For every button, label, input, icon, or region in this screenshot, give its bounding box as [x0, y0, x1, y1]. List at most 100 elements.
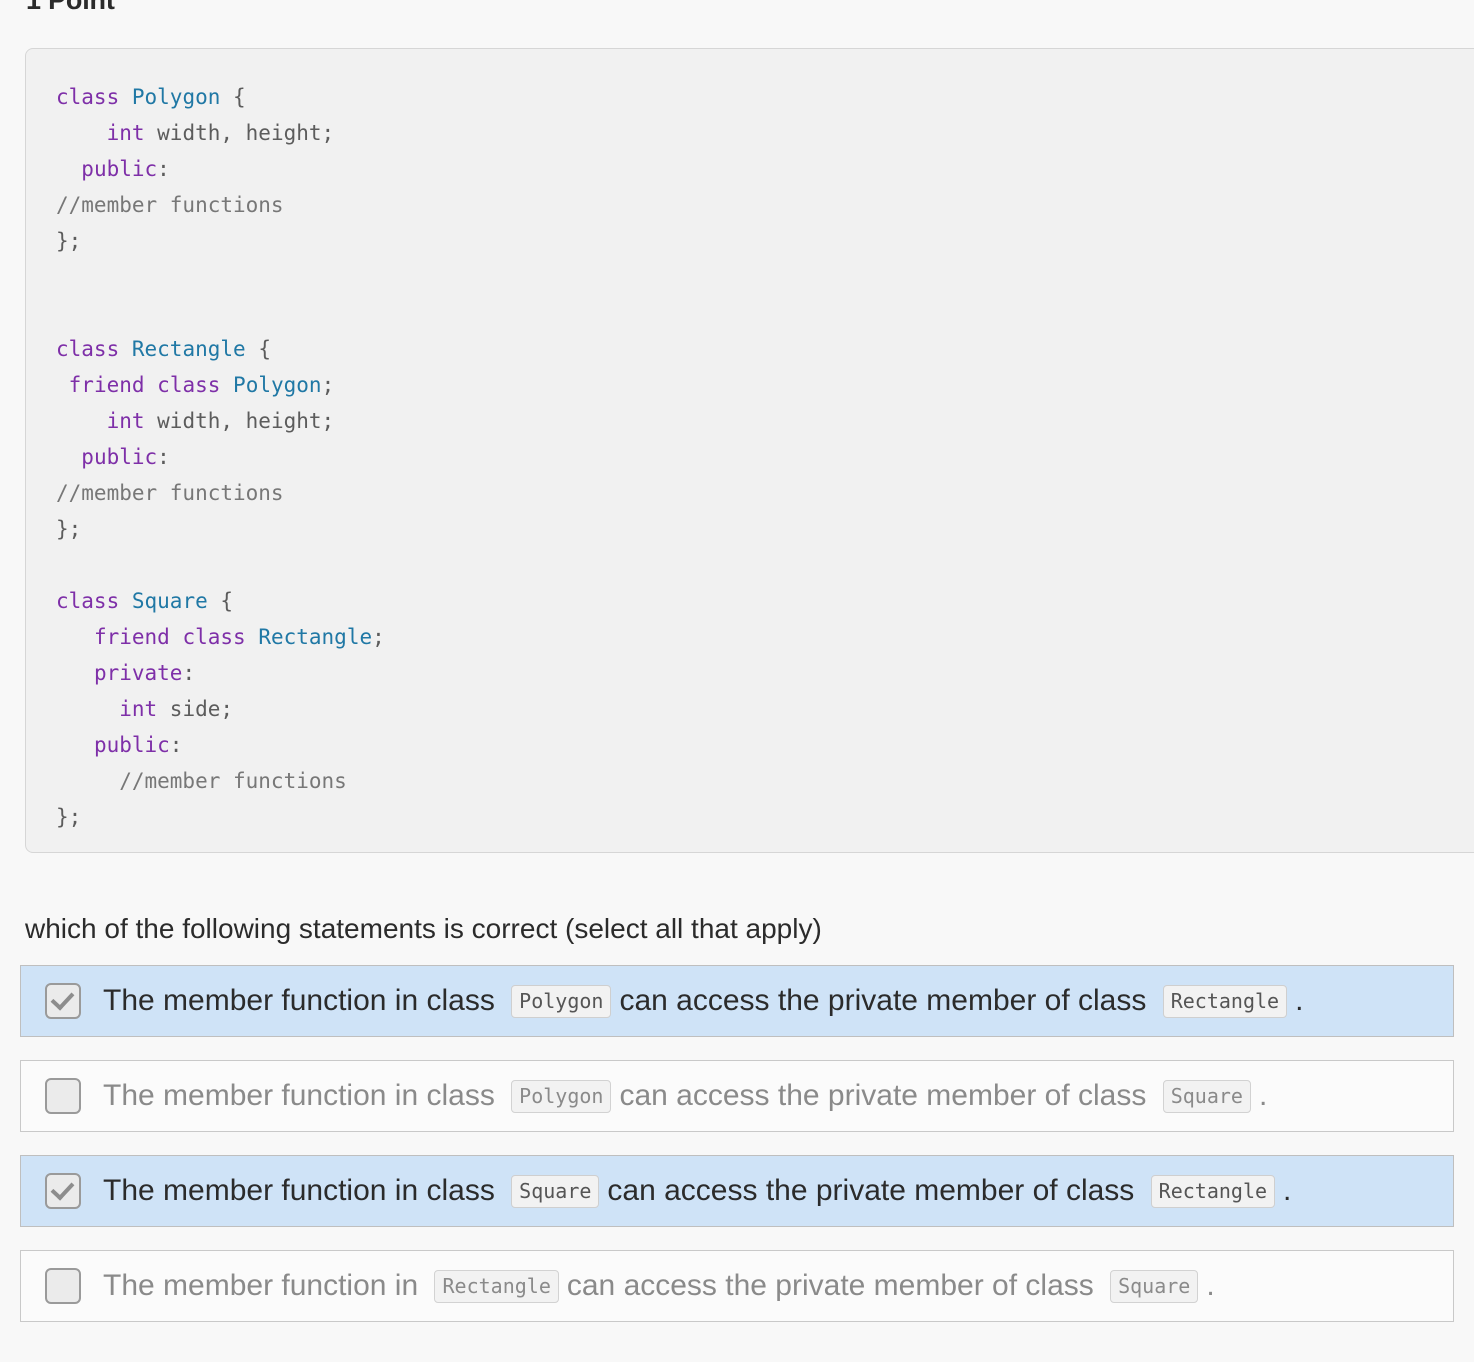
code-token: Rectangle	[258, 625, 372, 649]
code-token: side;	[157, 697, 233, 721]
code-token	[56, 661, 94, 685]
inline-class-name: Rectangle	[1163, 985, 1287, 1018]
answer-option-text-run: The member function in	[103, 1269, 426, 1303]
inline-class-name: Rectangle	[434, 1270, 558, 1303]
code-line: private:	[56, 661, 195, 685]
code-token: //member functions	[56, 481, 284, 505]
answer-option-text-run: can access the private member of class	[567, 1269, 1102, 1303]
code-line: public:	[56, 445, 170, 469]
code-token	[246, 625, 259, 649]
checkbox-unchecked-icon[interactable]	[45, 1078, 81, 1114]
inline-class-name: Rectangle	[1151, 1175, 1275, 1208]
answer-option-label: The member function in Rectangle can acce…	[103, 1269, 1215, 1303]
code-line: friend class Polygon;	[56, 373, 334, 397]
inline-class-name: Square	[1110, 1270, 1198, 1303]
answer-option-label: The member function in class Squarecan a…	[103, 1174, 1291, 1208]
code-block: class Polygon { int width, height; publi…	[25, 48, 1474, 853]
code-token: class	[56, 337, 119, 361]
code-token: class	[182, 625, 245, 649]
inline-class-name: Polygon	[511, 985, 611, 1018]
answer-option-text-run: can access the private member of class	[619, 1079, 1154, 1113]
answer-option-label: The member function in class Polygoncan …	[103, 1079, 1267, 1113]
answer-option-text-run: .	[1259, 1079, 1267, 1113]
answer-options-list: The member function in class Polygoncan …	[20, 965, 1454, 1345]
code-token: :	[157, 157, 170, 181]
code-token: Polygon	[132, 85, 221, 109]
code-token: :	[157, 445, 170, 469]
code-token: friend	[69, 373, 145, 397]
answer-option-3[interactable]: The member function in class Squarecan a…	[20, 1155, 1454, 1227]
code-line: };	[56, 229, 81, 253]
code-token	[56, 625, 94, 649]
code-token: };	[56, 517, 81, 541]
code-token	[56, 445, 81, 469]
answer-option-2[interactable]: The member function in class Polygoncan …	[20, 1060, 1454, 1132]
code-line: int width, height;	[56, 409, 334, 433]
checkbox-checked-icon[interactable]	[45, 1173, 81, 1209]
points-label: 1 Point	[26, 0, 115, 16]
code-token: :	[182, 661, 195, 685]
code-line: int side;	[56, 697, 233, 721]
code-line: };	[56, 805, 81, 829]
answer-option-text-run: The member function in class	[103, 1174, 503, 1208]
answer-option-text-run: can access the private member of class	[619, 984, 1154, 1018]
code-token: int	[107, 409, 145, 433]
code-token: Square	[132, 589, 208, 613]
code-line: //member functions	[56, 481, 284, 505]
code-token	[119, 589, 132, 613]
code-line: //member functions	[56, 193, 284, 217]
code-line: class Rectangle {	[56, 337, 271, 361]
answer-option-4[interactable]: The member function in Rectangle can acce…	[20, 1250, 1454, 1322]
checkbox-checked-icon[interactable]	[45, 983, 81, 1019]
code-line: public:	[56, 733, 182, 757]
code-token: {	[208, 589, 233, 613]
code-token: int	[119, 697, 157, 721]
code-line: };	[56, 517, 81, 541]
code-token: };	[56, 805, 81, 829]
code-token: width, height;	[145, 121, 335, 145]
answer-option-1[interactable]: The member function in class Polygoncan …	[20, 965, 1454, 1037]
answer-option-text-run: .	[1283, 1174, 1291, 1208]
inline-class-name: Square	[511, 1175, 599, 1208]
code-token	[56, 409, 107, 433]
answer-option-label: The member function in class Polygoncan …	[103, 984, 1303, 1018]
code-token: width, height;	[145, 409, 335, 433]
answer-option-text-run: can access the private member of class	[607, 1174, 1142, 1208]
code-token: ;	[372, 625, 385, 649]
code-line: public:	[56, 157, 170, 181]
code-listing: class Polygon { int width, height; publi…	[56, 79, 1474, 835]
code-token: };	[56, 229, 81, 253]
code-token	[119, 337, 132, 361]
code-line: class Polygon {	[56, 85, 246, 109]
code-token: int	[107, 121, 145, 145]
code-token: public	[81, 445, 157, 469]
code-token	[56, 769, 119, 793]
code-token	[56, 121, 107, 145]
code-token	[119, 85, 132, 109]
code-token: {	[220, 85, 245, 109]
code-token	[56, 733, 94, 757]
code-token	[56, 373, 69, 397]
code-token: public	[94, 733, 170, 757]
code-token: class	[56, 85, 119, 109]
checkbox-unchecked-icon[interactable]	[45, 1268, 81, 1304]
code-line: friend class Rectangle;	[56, 625, 385, 649]
code-token: public	[81, 157, 157, 181]
question-prompt: which of the following statements is cor…	[25, 910, 822, 948]
code-token: class	[56, 589, 119, 613]
code-token: //member functions	[119, 769, 347, 793]
code-line: class Square {	[56, 589, 233, 613]
code-token: Rectangle	[132, 337, 246, 361]
code-token: ;	[322, 373, 335, 397]
code-token: {	[246, 337, 271, 361]
code-line: //member functions	[56, 769, 347, 793]
answer-option-text-run: The member function in class	[103, 1079, 503, 1113]
code-token	[56, 157, 81, 181]
code-token	[145, 373, 158, 397]
code-token	[220, 373, 233, 397]
code-token: //member functions	[56, 193, 284, 217]
code-token: class	[157, 373, 220, 397]
code-token	[56, 697, 119, 721]
inline-class-name: Polygon	[511, 1080, 611, 1113]
answer-option-text-run: The member function in class	[103, 984, 503, 1018]
